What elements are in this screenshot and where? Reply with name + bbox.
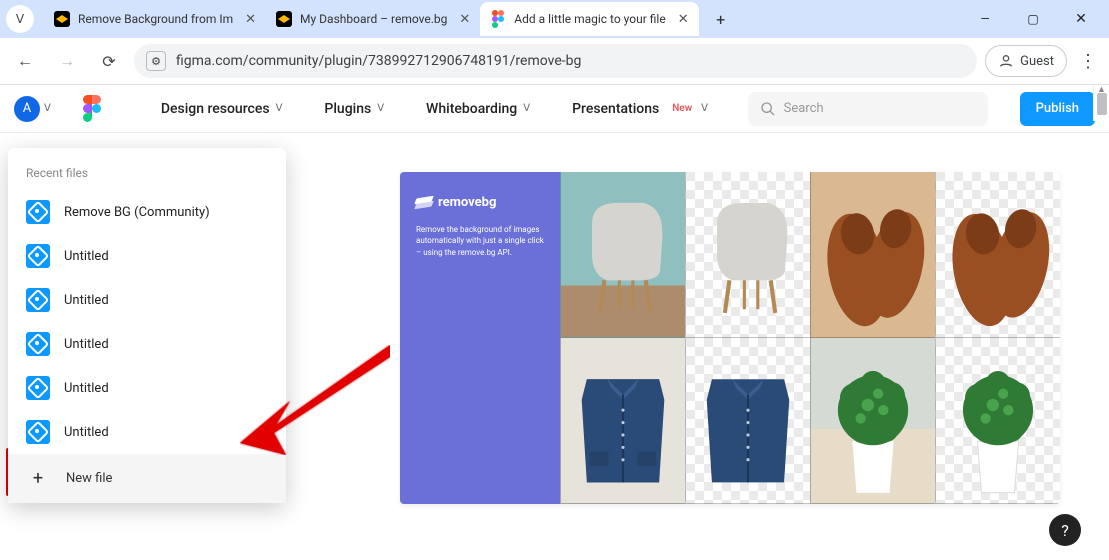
- plugin-hero-info: removebg Remove the background of images…: [400, 172, 560, 504]
- figjam-file-icon: [26, 288, 50, 312]
- tab-title: Add a little magic to your file: [514, 12, 665, 26]
- minimize-button[interactable]: —: [963, 4, 1007, 34]
- url-text: figma.com/community/plugin/7389927129067…: [176, 53, 581, 69]
- figjam-file-icon: [26, 420, 50, 444]
- forward-button[interactable]: →: [50, 44, 84, 78]
- figjam-file-icon: [26, 332, 50, 356]
- nav-label: Presentations: [572, 101, 659, 117]
- profile-chip[interactable]: Guest: [985, 45, 1067, 77]
- file-name: Untitled: [64, 293, 109, 308]
- tab-3[interactable]: Add a little magic to your file ✕: [480, 2, 698, 36]
- new-badge: New: [669, 101, 695, 116]
- stack-icon: [416, 197, 432, 209]
- recent-file-item[interactable]: Untitled: [8, 410, 286, 454]
- figjam-file-icon: [26, 244, 50, 268]
- favicon-removebg-icon: [54, 11, 70, 27]
- hero-shirt-cutout: [685, 338, 810, 504]
- publish-button[interactable]: Publish: [1020, 92, 1095, 126]
- hero-plant-original: [810, 338, 935, 504]
- file-name: Remove BG (Community): [64, 205, 210, 220]
- window-controls: — ▢ ✕: [963, 4, 1103, 34]
- figma-header: A ᐯ Design resources ᐯ Plugins ᐯ Whitebo…: [0, 85, 1109, 133]
- browser-tabstrip: ᐯ Remove Background from Im ✕ My Dashboa…: [0, 0, 1109, 38]
- help-label: ?: [1061, 521, 1069, 540]
- file-name: Untitled: [64, 249, 109, 264]
- hero-shirt-original: [560, 338, 685, 504]
- nav-plugins[interactable]: Plugins ᐯ: [320, 101, 388, 117]
- file-name: Untitled: [64, 337, 109, 352]
- chevron-down-icon: ᐯ: [276, 103, 283, 114]
- back-button[interactable]: ←: [8, 44, 42, 78]
- recent-file-item[interactable]: Untitled: [8, 366, 286, 410]
- figjam-file-icon: [26, 200, 50, 224]
- profile-label: Guest: [1020, 54, 1054, 69]
- nav-label: Whiteboarding: [426, 101, 517, 117]
- favicon-figma-icon: [490, 11, 506, 27]
- tab-close-icon[interactable]: ✕: [459, 12, 470, 27]
- chevron-down-icon: ᐯ: [44, 103, 51, 114]
- chrome-menu-button[interactable]: ⋮: [1075, 51, 1101, 72]
- plugin-brand: removebg: [416, 194, 544, 212]
- help-button[interactable]: ?: [1049, 514, 1081, 546]
- hero-plant-cutout: [935, 338, 1060, 504]
- plugin-tagline: Remove the background of images automati…: [416, 224, 544, 258]
- chevron-down-icon: ᐯ: [701, 103, 708, 114]
- tab-2[interactable]: My Dashboard – remove.bg ✕: [266, 2, 480, 36]
- favicon-removebg-icon: [276, 11, 292, 27]
- recent-file-item[interactable]: Untitled: [8, 234, 286, 278]
- maximize-button[interactable]: ▢: [1011, 4, 1055, 34]
- close-window-button[interactable]: ✕: [1059, 4, 1103, 34]
- recent-file-item[interactable]: Untitled: [8, 322, 286, 366]
- publish-label: Publish: [1036, 101, 1079, 116]
- tab-search-button[interactable]: ᐯ: [6, 5, 34, 33]
- page-scrollbar[interactable]: ▲: [1093, 85, 1109, 121]
- tab-1[interactable]: Remove Background from Im ✕: [44, 2, 266, 36]
- recent-file-item[interactable]: Untitled: [8, 278, 286, 322]
- hero-shoes-original: [810, 172, 935, 338]
- address-bar[interactable]: ⚙ figma.com/community/plugin/73899271290…: [134, 44, 977, 78]
- header-nav: Design resources ᐯ Plugins ᐯ Whiteboardi…: [157, 101, 712, 117]
- nav-label: Design resources: [161, 101, 270, 117]
- search-input[interactable]: Search: [748, 92, 988, 126]
- search-icon: [760, 101, 776, 117]
- tab-close-icon[interactable]: ✕: [678, 12, 689, 27]
- file-name: Untitled: [64, 425, 109, 440]
- hero-chair-original: [560, 172, 685, 338]
- file-name: Untitled: [64, 381, 109, 396]
- site-controls-icon[interactable]: ⚙: [146, 51, 166, 71]
- hero-shoes-cutout: [935, 172, 1060, 338]
- new-file-button[interactable]: + New file: [8, 454, 286, 503]
- nav-design-resources[interactable]: Design resources ᐯ: [157, 101, 287, 117]
- profile-icon: [998, 53, 1014, 69]
- account-switcher[interactable]: A ᐯ: [14, 96, 51, 122]
- recent-files-dropdown: Recent files Remove BG (Community) Untit…: [8, 148, 286, 503]
- figma-logo-icon[interactable]: [83, 95, 101, 122]
- plus-icon: +: [26, 468, 50, 489]
- nav-presentations[interactable]: Presentations New ᐯ: [568, 101, 712, 117]
- chevron-down-icon: ᐯ: [377, 103, 384, 114]
- browser-toolbar: ← → ⟳ ⚙ figma.com/community/plugin/73899…: [0, 38, 1109, 85]
- tab-title: My Dashboard – remove.bg: [300, 12, 447, 26]
- reload-button[interactable]: ⟳: [92, 44, 126, 78]
- nav-label: Plugins: [324, 101, 371, 117]
- dropdown-section-label: Recent files: [8, 166, 286, 190]
- new-file-label: New file: [66, 471, 112, 486]
- chevron-down-icon: ᐯ: [523, 103, 530, 114]
- tab-title: Remove Background from Im: [78, 12, 233, 26]
- figjam-file-icon: [26, 376, 50, 400]
- plugin-hero: removebg Remove the background of images…: [400, 172, 1060, 504]
- search-placeholder: Search: [784, 101, 824, 116]
- avatar: A: [14, 96, 40, 122]
- nav-whiteboarding[interactable]: Whiteboarding ᐯ: [422, 101, 534, 117]
- recent-file-item[interactable]: Remove BG (Community): [8, 190, 286, 234]
- tab-close-icon[interactable]: ✕: [245, 12, 256, 27]
- hero-chair-cutout: [685, 172, 810, 338]
- new-tab-button[interactable]: +: [707, 5, 735, 33]
